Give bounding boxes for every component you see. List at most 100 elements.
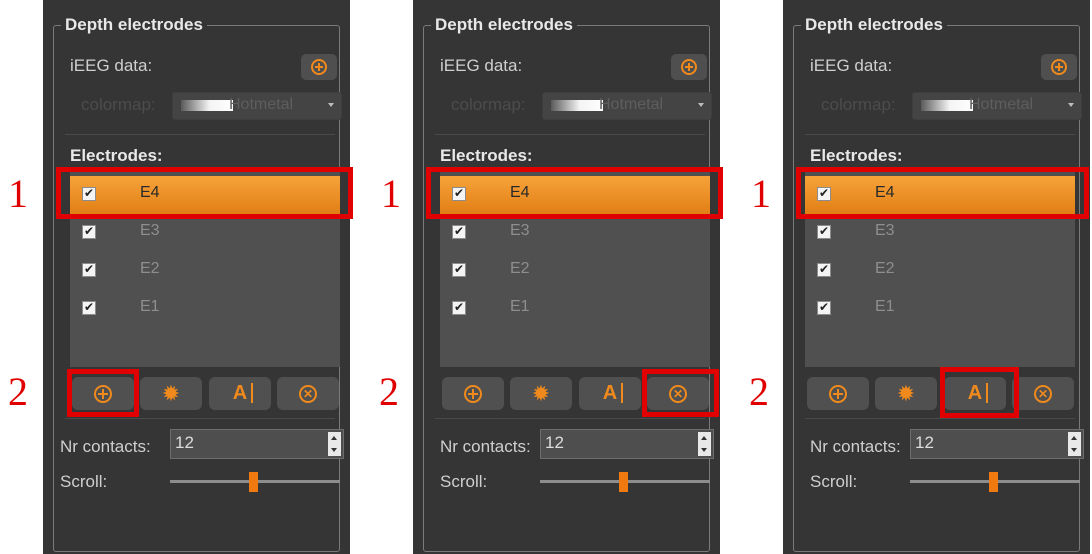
electrode-label: E3 — [510, 222, 530, 239]
electrode-settings-button[interactable]: ✹ — [510, 377, 572, 410]
electrode-checkbox[interactable]: ✔ — [82, 300, 96, 315]
colormap-value: Hotmetal — [969, 96, 1034, 113]
highlight-box-add-button — [67, 369, 139, 417]
annotation-marker-2: 2 — [379, 369, 399, 414]
group-title: Depth electrodes — [801, 14, 947, 36]
electrode-label: E1 — [875, 298, 895, 315]
spin-buttons[interactable] — [328, 432, 341, 456]
list-item[interactable]: ✔ E1 — [440, 290, 710, 328]
list-item[interactable]: ✔ E3 — [70, 214, 340, 252]
colormap-select[interactable]: Hotmetal — [172, 92, 342, 120]
scroll-label: Scroll: — [60, 472, 108, 491]
nr-contacts-value: 12 — [915, 433, 934, 452]
electrode-label: E2 — [140, 260, 160, 277]
text-cursor-icon: A — [603, 382, 624, 405]
rename-electrode-button[interactable]: A — [209, 377, 271, 410]
text-cursor-icon: A — [233, 382, 254, 405]
electrodes-title: Electrodes: — [810, 146, 903, 165]
annotation-marker-1: 1 — [8, 171, 28, 216]
electrode-label: E2 — [510, 260, 530, 277]
highlight-box-selected-row — [796, 167, 1089, 219]
ieeg-data-label: iEEG data: — [440, 56, 523, 75]
electrode-checkbox[interactable]: ✔ — [82, 262, 96, 277]
list-item[interactable]: ✔ E1 — [805, 290, 1075, 328]
list-item[interactable]: ✔ E2 — [805, 252, 1075, 290]
scroll-slider-thumb[interactable] — [619, 472, 628, 492]
gear-icon: ✹ — [896, 380, 916, 406]
group-title: Depth electrodes — [431, 14, 577, 36]
check-icon: ✔ — [453, 224, 465, 238]
electrode-checkbox[interactable]: ✔ — [452, 224, 466, 239]
colormap-label: colormap: — [451, 95, 526, 114]
plus-circle-icon — [681, 59, 697, 75]
nr-contacts-value: 12 — [175, 433, 194, 452]
plus-circle-icon — [464, 384, 482, 403]
annotation-marker-1: 1 — [381, 171, 401, 216]
list-item[interactable]: ✔ E3 — [805, 214, 1075, 252]
nr-contacts-spinbox[interactable]: 12 — [910, 429, 1084, 459]
arrow-up-icon — [1071, 436, 1077, 440]
check-icon: ✔ — [453, 262, 465, 276]
colormap-select[interactable]: Hotmetal — [912, 92, 1082, 120]
electrode-label: E3 — [875, 222, 895, 239]
plus-circle-icon — [311, 59, 327, 75]
annotation-marker-2: 2 — [749, 369, 769, 414]
list-item[interactable]: ✔ E1 — [70, 290, 340, 328]
arrow-down-icon — [331, 448, 337, 452]
colormap-label: colormap: — [81, 95, 156, 114]
nr-contacts-label: Nr contacts: — [60, 437, 151, 456]
electrode-label: E2 — [875, 260, 895, 277]
plus-circle-icon — [829, 384, 847, 403]
arrow-down-icon — [701, 448, 707, 452]
group-title: Depth electrodes — [61, 14, 207, 36]
chevron-down-icon — [698, 103, 704, 107]
nr-contacts-label: Nr contacts: — [810, 437, 901, 456]
colormap-gradient-swatch — [551, 100, 603, 111]
add-ieeg-data-button[interactable] — [301, 54, 337, 80]
scroll-slider-thumb[interactable] — [989, 472, 998, 492]
spin-buttons[interactable] — [1068, 432, 1081, 456]
add-electrode-button[interactable] — [807, 377, 869, 410]
colormap-value: Hotmetal — [229, 96, 294, 113]
electrode-settings-button[interactable]: ✹ — [875, 377, 937, 410]
scroll-slider-thumb[interactable] — [249, 472, 258, 492]
electrode-label: E1 — [510, 298, 530, 315]
rename-electrode-button[interactable]: A — [579, 377, 641, 410]
arrow-up-icon — [701, 436, 707, 440]
highlight-box-rename-button — [940, 367, 1019, 418]
list-item[interactable]: ✔ E2 — [440, 252, 710, 290]
add-ieeg-data-button[interactable] — [1041, 54, 1077, 80]
electrode-checkbox[interactable]: ✔ — [452, 300, 466, 315]
colormap-select[interactable]: Hotmetal — [542, 92, 712, 120]
remove-electrode-button[interactable]: ✕ — [1012, 377, 1074, 410]
arrow-down-icon — [1071, 448, 1077, 452]
colormap-gradient-swatch — [181, 100, 233, 111]
highlight-box-selected-row — [56, 167, 353, 219]
check-icon: ✔ — [453, 300, 465, 314]
spin-buttons[interactable] — [698, 432, 711, 456]
annotation-marker-2: 2 — [8, 369, 28, 414]
nr-contacts-label: Nr contacts: — [440, 437, 531, 456]
check-icon: ✔ — [818, 224, 830, 238]
nr-contacts-spinbox[interactable]: 12 — [170, 429, 344, 459]
electrode-checkbox[interactable]: ✔ — [452, 262, 466, 277]
list-item[interactable]: ✔ E3 — [440, 214, 710, 252]
electrodes-title: Electrodes: — [70, 146, 163, 165]
list-item[interactable]: ✔ E2 — [70, 252, 340, 290]
ieeg-data-label: iEEG data: — [70, 56, 153, 75]
electrode-checkbox[interactable]: ✔ — [817, 224, 831, 239]
close-circle-icon: ✕ — [1034, 384, 1052, 403]
add-ieeg-data-button[interactable] — [671, 54, 707, 80]
plus-circle-icon — [1051, 59, 1067, 75]
electrode-checkbox[interactable]: ✔ — [817, 262, 831, 277]
nr-contacts-spinbox[interactable]: 12 — [540, 429, 714, 459]
divider — [65, 418, 335, 419]
electrode-label: E3 — [140, 222, 160, 239]
electrode-checkbox[interactable]: ✔ — [817, 300, 831, 315]
close-circle-icon: ✕ — [299, 384, 317, 403]
electrode-settings-button[interactable]: ✹ — [140, 377, 202, 410]
electrode-checkbox[interactable]: ✔ — [82, 224, 96, 239]
add-electrode-button[interactable] — [442, 377, 504, 410]
remove-electrode-button[interactable]: ✕ — [277, 377, 339, 410]
check-icon: ✔ — [818, 262, 830, 276]
